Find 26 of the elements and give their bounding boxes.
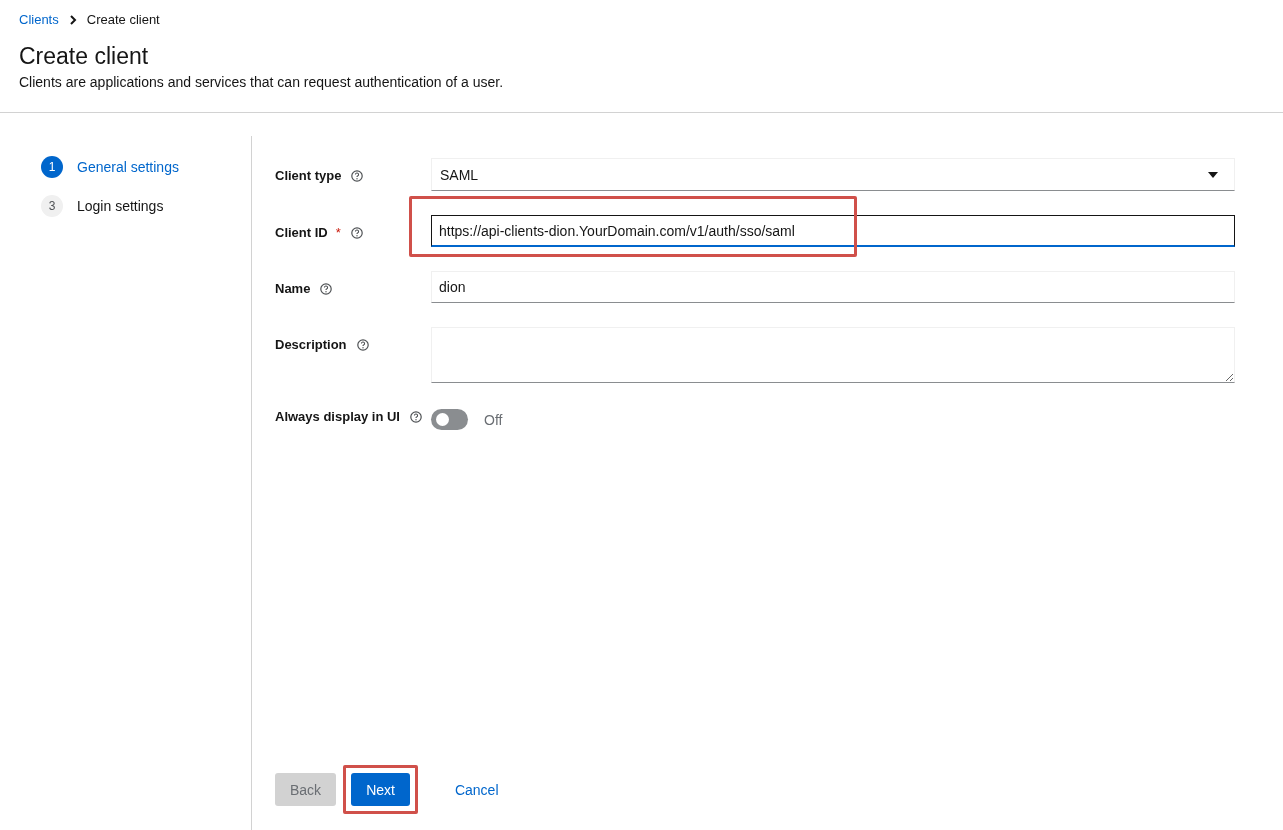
wizard-step[interactable]: 3 Login settings: [41, 195, 251, 217]
field-label: Name: [275, 281, 311, 296]
help-icon[interactable]: [350, 226, 363, 239]
field-label: Client type: [275, 168, 342, 183]
cancel-link[interactable]: Cancel: [424, 773, 529, 806]
breadcrumb-current: Create client: [86, 12, 160, 27]
chevron-right-icon: [68, 14, 77, 25]
help-icon[interactable]: [410, 410, 422, 423]
field-label: Client ID: [275, 225, 328, 240]
wizard-step[interactable]: 1 General settings: [41, 156, 251, 178]
toggle-switch[interactable]: [431, 409, 468, 430]
help-icon[interactable]: [351, 169, 364, 182]
text-input[interactable]: dion: [431, 271, 1235, 303]
toggle-state-label: Off: [484, 411, 503, 428]
client-type-select[interactable]: SAML: [431, 158, 1235, 191]
field-label: Always display in UI: [275, 409, 400, 424]
help-icon[interactable]: [320, 282, 333, 295]
text-input[interactable]: https://api-clients-dion.YourDomain.com/v1/auth/sso/saml: [431, 215, 1235, 247]
required-mark: *: [335, 225, 341, 240]
help-icon[interactable]: [356, 338, 369, 351]
field-label: Description: [275, 337, 347, 352]
caret-down-icon: [1208, 171, 1218, 178]
page-title: Create client: [19, 43, 150, 70]
breadcrumb-link[interactable]: Clients: [19, 12, 59, 27]
wizard-button[interactable]: Next: [351, 773, 410, 806]
page-description: Clients are applications and services that can request authentication of a user.: [19, 74, 505, 90]
